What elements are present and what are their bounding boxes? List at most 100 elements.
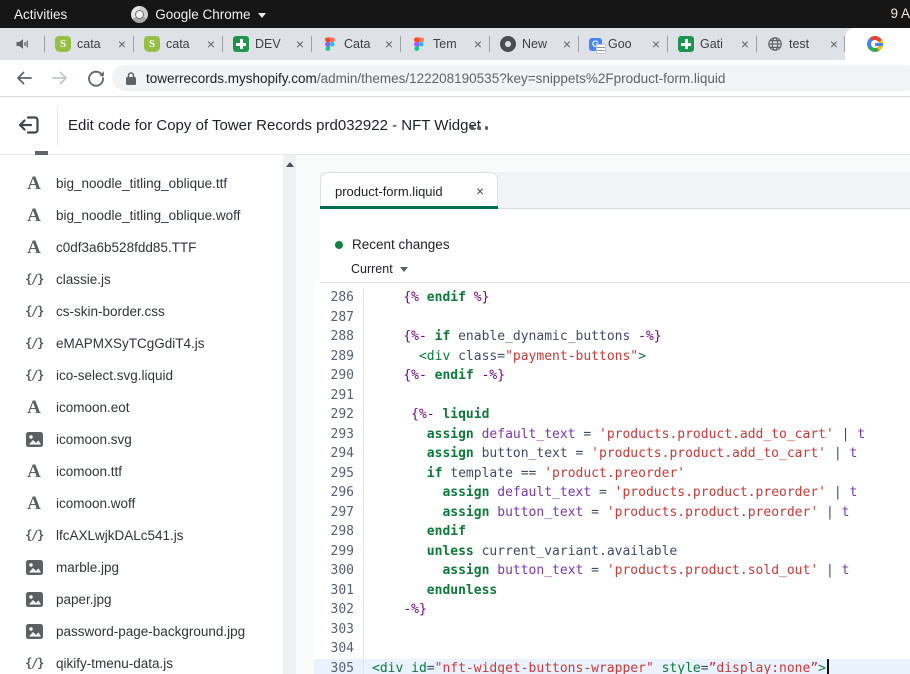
browser-tab[interactable]: Gati× [667, 28, 756, 60]
file-sidebar: big_noodle_titling_oblique.ttf big_noodle… [0, 155, 296, 674]
line-number: 296 [314, 483, 364, 503]
recent-changes-label: Recent changes [352, 237, 450, 252]
code-area[interactable]: 286 {% endif %}287288 {%- if enable_dyna… [314, 283, 910, 674]
file-item-icomoon-svg[interactable]: icomoon.svg [0, 423, 282, 455]
favicon-figma-icon [411, 36, 427, 52]
tab-label: cata [166, 37, 201, 51]
version-dropdown[interactable]: Current [351, 262, 408, 276]
file-name: marble.jpg [56, 560, 119, 575]
file-name: icomoon.woff [56, 496, 135, 511]
audio-indicator[interactable] [0, 28, 44, 60]
line-number: 290 [314, 366, 364, 386]
file-item-qikify-tmenu-data-js[interactable]: qikify-tmenu-data.js [0, 647, 282, 674]
line-number: 287 [314, 308, 364, 328]
line-number: 293 [314, 425, 364, 445]
reload-button[interactable] [86, 68, 106, 88]
file-item-lfcaxlwjkdalc541-js[interactable]: lfcAXLwjkDALc541.js [0, 519, 282, 551]
tab-close-icon[interactable]: × [207, 37, 215, 51]
address-bar[interactable]: towerrecords.myshopify.com/admin/themes/… [112, 65, 910, 91]
file-item-emapmxsytcggdit4-js[interactable]: eMAPMXSyTCgGdiT4.js [0, 327, 282, 359]
file-item-big-noodle-titling-oblique-ttf[interactable]: big_noodle_titling_oblique.ttf [0, 167, 282, 199]
clock[interactable]: 9 A [890, 6, 910, 21]
line-number: 300 [314, 561, 364, 581]
browser-tab[interactable]: cata× [44, 28, 133, 60]
browser-tab[interactable]: Tem× [400, 28, 489, 60]
browser-toolbar: towerrecords.myshopify.com/admin/themes/… [0, 60, 910, 97]
line-number: 298 [314, 522, 364, 542]
file-name: big_noodle_titling_oblique.woff [56, 208, 240, 223]
line-number: 291 [314, 386, 364, 406]
tab-close-icon[interactable]: × [830, 37, 838, 51]
file-item-icomoon-eot[interactable]: icomoon.eot [0, 391, 282, 423]
code-line: 287 [314, 308, 910, 328]
tab-close-icon[interactable]: × [385, 37, 393, 51]
tab-close-icon[interactable]: × [118, 37, 126, 51]
code-line: 301 endunless [314, 581, 910, 601]
code-line-content: {%- liquid [364, 405, 489, 425]
file-item-icomoon-woff[interactable]: icomoon.woff [0, 487, 282, 519]
browser-tab[interactable]: New × [489, 28, 578, 60]
app-menu[interactable]: Google Chrome [131, 6, 265, 23]
code-file-icon [22, 657, 46, 670]
code-line-content: <div id="nft-widget-buttons-wrapper" sty… [364, 659, 829, 674]
sidebar-scrollbar[interactable] [283, 155, 296, 674]
file-item-marble-jpg[interactable]: marble.jpg [0, 551, 282, 583]
file-name: cs-skin-border.css [56, 304, 165, 319]
more-actions-button[interactable] [466, 122, 492, 134]
code-line: 305<div id="nft-widget-buttons-wrapper" … [314, 659, 910, 674]
url-host: towerrecords.myshopify.com [146, 71, 317, 86]
line-number: 305 [314, 659, 364, 674]
code-line-content: assign default_text = 'products.product.… [364, 483, 857, 503]
browser-tab[interactable]: test× [756, 28, 845, 60]
favicon-green-cross-icon [678, 36, 694, 52]
lock-icon[interactable] [125, 71, 137, 86]
google-favicon-icon [867, 36, 883, 52]
file-item-ico-select-svg-liquid[interactable]: ico-select.svg.liquid [0, 359, 282, 391]
font-file-icon [22, 206, 46, 225]
code-line-content: unless current_variant.available [364, 542, 677, 562]
file-item-password-page-background-jpg[interactable]: password-page-background.jpg [0, 615, 282, 647]
code-line-content: -%} [364, 600, 427, 620]
browser-tab[interactable]: DEV× [222, 28, 311, 60]
file-name: eMAPMXSyTCgGdiT4.js [56, 336, 205, 351]
file-item-c0df3a6b528fdd85-ttf[interactable]: c0df3a6b528fdd85.TTF [0, 231, 282, 263]
code-line: 286 {% endif %} [314, 288, 910, 308]
code-line-content: {%- endif -%} [364, 366, 505, 386]
line-number: 286 [314, 288, 364, 308]
activities-button[interactable]: Activities [14, 7, 67, 22]
exit-code-editor-button[interactable] [16, 112, 42, 138]
file-item-classie-js[interactable]: classie.js [0, 263, 282, 295]
tab-close-icon[interactable]: × [741, 37, 749, 51]
editor-tab-product-form[interactable]: product-form.liquid × [320, 172, 498, 209]
font-file-icon [22, 462, 46, 481]
file-item-cs-skin-border-css[interactable]: cs-skin-border.css [0, 295, 282, 327]
browser-tabs: cata×cata×DEV×Cata×Tem×New×Goo×Gati×test… [44, 28, 845, 60]
file-name: icomoon.svg [56, 432, 132, 447]
code-line: 297 assign button_text = 'products.produ… [314, 503, 910, 523]
url-path: /admin/themes/122208190535?key=snippets%… [317, 71, 726, 86]
file-item-paper-jpg[interactable]: paper.jpg [0, 583, 282, 615]
browser-tab[interactable]: cata × [133, 28, 222, 60]
scroll-up-arrow-icon[interactable] [286, 162, 294, 167]
tab-close-icon[interactable]: × [474, 37, 482, 51]
code-file-icon [22, 273, 46, 286]
tab-label: New [522, 37, 557, 51]
browser-tab[interactable]: Cata× [311, 28, 400, 60]
file-item-big-noodle-titling-oblique-woff[interactable]: big_noodle_titling_oblique.woff [0, 199, 282, 231]
tab-close-icon[interactable]: × [563, 37, 571, 51]
image-file-icon [22, 624, 46, 639]
page-title: Edit code for Copy of Tower Records prd0… [68, 97, 481, 154]
code-line: 290 {%- endif -%} [314, 366, 910, 386]
line-number: 299 [314, 542, 364, 562]
editor-tab-close-icon[interactable]: × [476, 184, 497, 199]
forward-button[interactable] [50, 68, 70, 88]
tab-close-icon[interactable]: × [296, 37, 304, 51]
tab-close-icon[interactable]: × [652, 37, 660, 51]
unsaved-changes-dot-icon [335, 241, 343, 249]
line-number: 288 [314, 327, 364, 347]
code-editor-panel: product-form.liquid × Recent changes Cur… [296, 155, 910, 674]
browser-tab[interactable]: Goo× [578, 28, 667, 60]
browser-tab-active[interactable] [845, 28, 910, 60]
file-item-icomoon-ttf[interactable]: icomoon.ttf [0, 455, 282, 487]
back-button[interactable] [14, 68, 34, 88]
